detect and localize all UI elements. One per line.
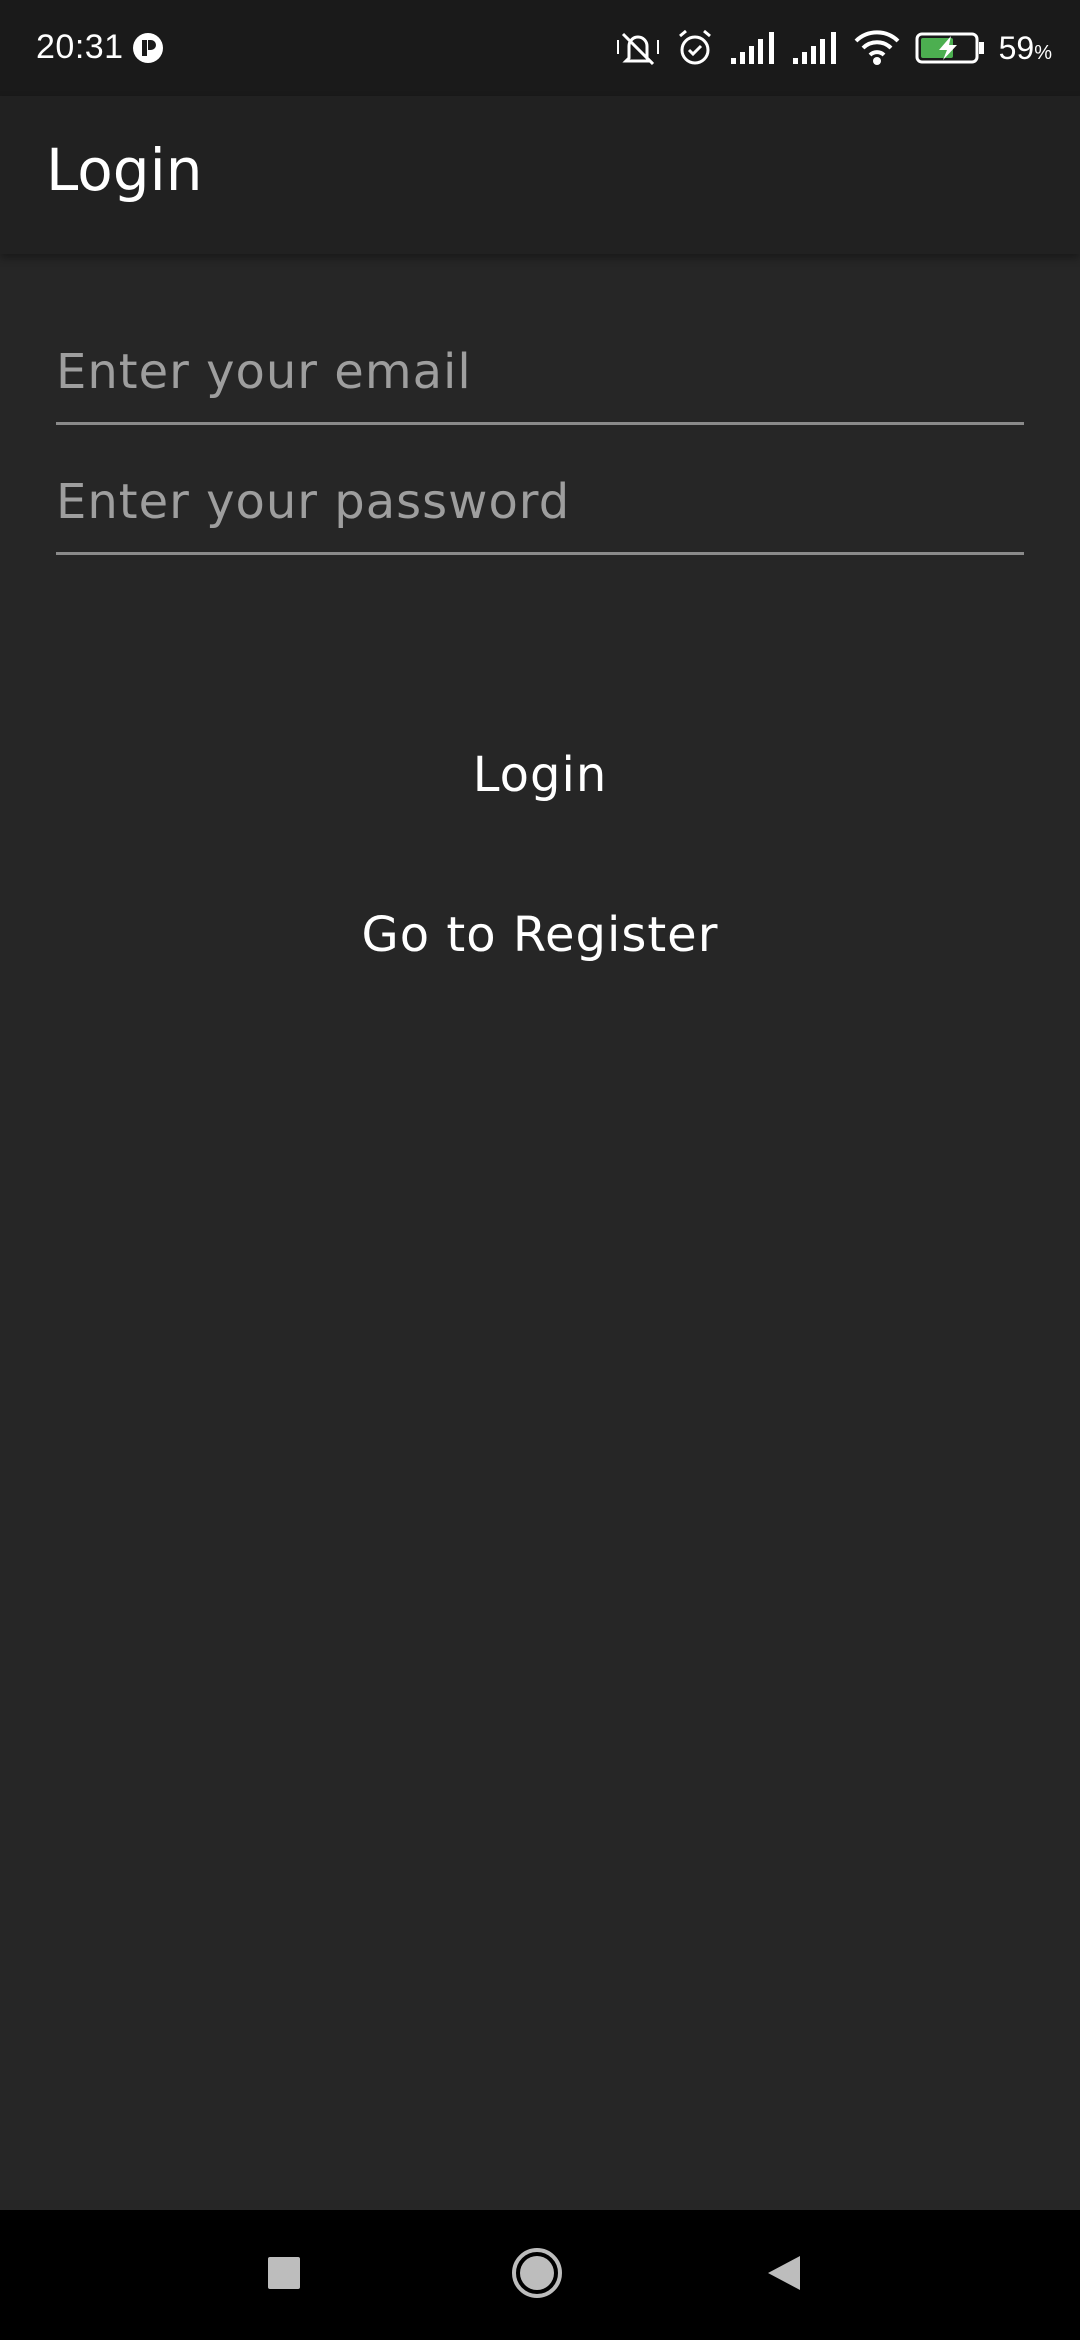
wifi-icon xyxy=(853,29,901,67)
status-time: 20:31 xyxy=(36,28,124,66)
home-button[interactable] xyxy=(502,2240,572,2310)
recents-button[interactable] xyxy=(249,2240,319,2310)
email-field xyxy=(56,322,1024,425)
battery-charging-icon xyxy=(915,30,985,66)
login-screen: 20:31 59% Login Enter your email Login G… xyxy=(0,0,1080,2340)
status-bar: 20:31 59% xyxy=(0,0,1080,96)
go-to-register-button[interactable]: Go to Register xyxy=(0,900,1080,970)
signal-icon xyxy=(791,30,839,66)
password-input[interactable] xyxy=(56,452,1024,552)
app-bar: Login xyxy=(0,96,1080,254)
email-input[interactable] xyxy=(56,322,1024,422)
mute-icon xyxy=(615,28,661,68)
battery-percent: 59% xyxy=(998,29,1052,66)
recents-icon xyxy=(266,2255,302,2295)
alarm-icon xyxy=(675,28,715,68)
status-icons: 59% xyxy=(615,22,1052,74)
back-button[interactable] xyxy=(749,2240,819,2310)
signal-icon xyxy=(729,30,777,66)
app-notification-icon xyxy=(132,32,164,64)
page-title: Login xyxy=(46,136,203,204)
password-field xyxy=(56,452,1024,555)
login-button[interactable]: Login xyxy=(0,740,1080,810)
back-icon xyxy=(764,2253,804,2297)
home-icon xyxy=(509,2245,565,2305)
navigation-bar xyxy=(0,2210,1080,2340)
